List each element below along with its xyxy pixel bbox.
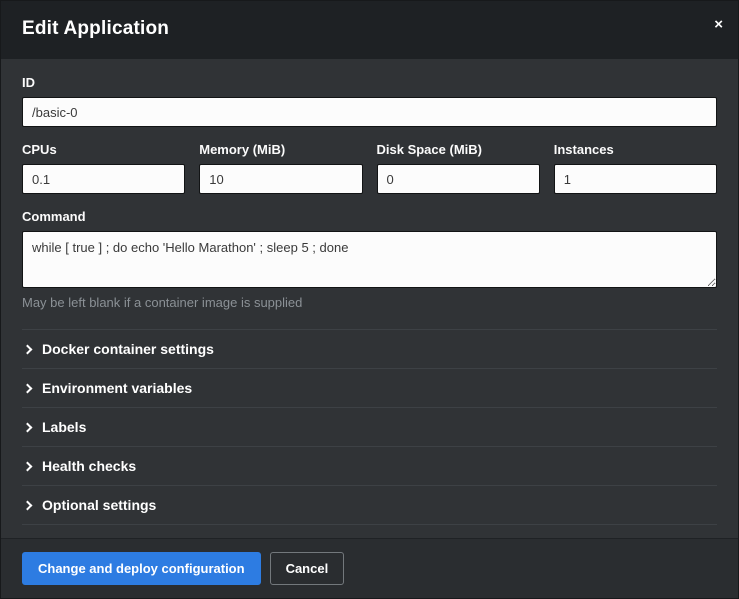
section-label: Environment variables	[42, 380, 192, 396]
change-and-deploy-button[interactable]: Change and deploy configuration	[22, 552, 261, 585]
command-field-group: Command while [ true ] ; do echo 'Hello …	[22, 209, 717, 310]
disk-field-group: Disk Space (MiB)	[377, 142, 540, 194]
chevron-right-icon	[23, 461, 33, 471]
id-label: ID	[22, 75, 717, 90]
id-field-group: ID	[22, 75, 717, 127]
instances-label: Instances	[554, 142, 717, 157]
memory-input[interactable]	[199, 164, 362, 194]
chevron-right-icon	[23, 383, 33, 393]
section-labels[interactable]: Labels	[22, 408, 717, 447]
section-label: Optional settings	[42, 497, 156, 513]
section-health-checks[interactable]: Health checks	[22, 447, 717, 486]
section-environment-variables[interactable]: Environment variables	[22, 369, 717, 408]
chevron-right-icon	[23, 344, 33, 354]
disk-label: Disk Space (MiB)	[377, 142, 540, 157]
cpus-input[interactable]	[22, 164, 185, 194]
chevron-right-icon	[23, 422, 33, 432]
chevron-right-icon	[23, 500, 33, 510]
section-docker-container-settings[interactable]: Docker container settings	[22, 330, 717, 369]
command-help-text: May be left blank if a container image i…	[22, 295, 717, 310]
edit-application-modal: { "modal": { "title": "Edit Application"…	[0, 0, 739, 599]
collapsible-sections: Docker container settings Environment va…	[22, 329, 717, 525]
section-label: Health checks	[42, 458, 136, 474]
modal-body: ID CPUs Memory (MiB) Disk Space (MiB) In…	[1, 59, 738, 538]
id-input[interactable]	[22, 97, 717, 127]
section-label: Labels	[42, 419, 86, 435]
modal-header: Edit Application ×	[1, 1, 738, 59]
resources-row: CPUs Memory (MiB) Disk Space (MiB) Insta…	[22, 142, 717, 209]
command-textarea[interactable]: while [ true ] ; do echo 'Hello Marathon…	[22, 231, 717, 288]
command-label: Command	[22, 209, 717, 224]
page-title: Edit Application	[22, 18, 717, 40]
instances-input[interactable]	[554, 164, 717, 194]
section-label: Docker container settings	[42, 341, 214, 357]
modal-footer: Change and deploy configuration Cancel	[1, 538, 738, 598]
cpus-field-group: CPUs	[22, 142, 185, 194]
instances-field-group: Instances	[554, 142, 717, 194]
cancel-button[interactable]: Cancel	[270, 552, 345, 585]
memory-label: Memory (MiB)	[199, 142, 362, 157]
memory-field-group: Memory (MiB)	[199, 142, 362, 194]
section-optional-settings[interactable]: Optional settings	[22, 486, 717, 525]
close-icon[interactable]: ×	[714, 17, 723, 32]
disk-input[interactable]	[377, 164, 540, 194]
cpus-label: CPUs	[22, 142, 185, 157]
